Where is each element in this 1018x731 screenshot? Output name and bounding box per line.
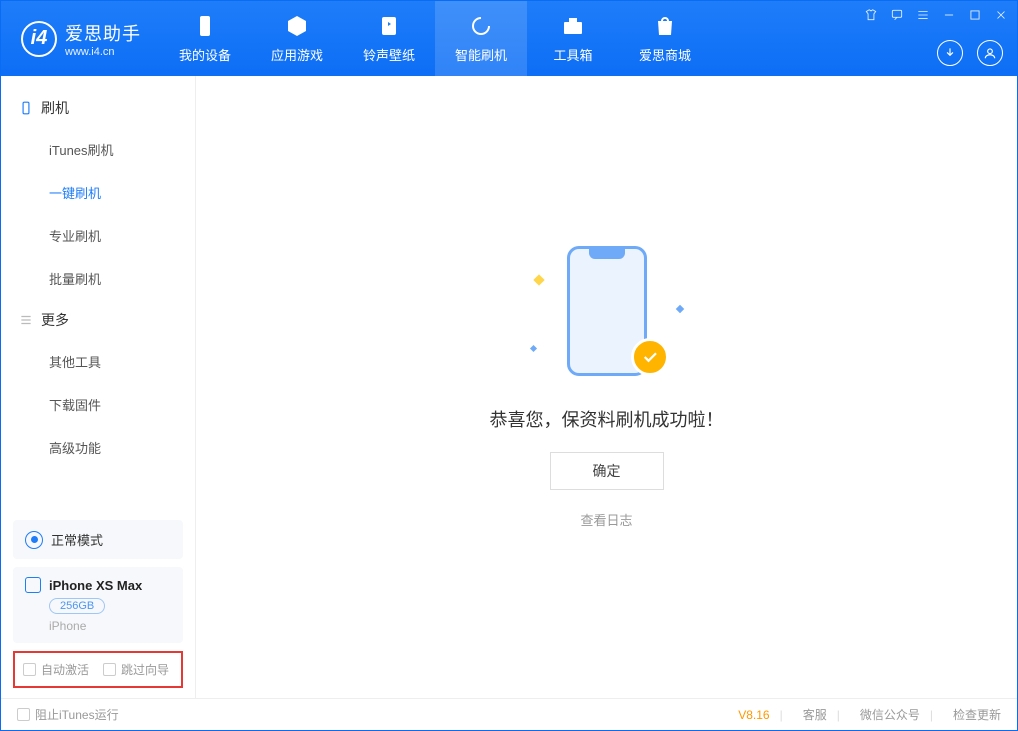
- view-log-link[interactable]: 查看日志: [580, 510, 632, 529]
- sidebar-item-download-fw[interactable]: 下载固件: [1, 383, 195, 426]
- logo-block: i4 爱思助手 www.i4.cn: [1, 1, 159, 76]
- refresh-icon: [468, 13, 494, 39]
- nav-ringtone[interactable]: 铃声壁纸: [343, 1, 435, 76]
- user-button[interactable]: [977, 40, 1003, 66]
- group-label: 刷机: [41, 98, 69, 118]
- check-update-link[interactable]: 检查更新: [953, 706, 1001, 723]
- toolbox-icon: [560, 13, 586, 39]
- sidebar-group-flash: 刷机: [1, 88, 195, 128]
- nav-label: 我的设备: [179, 45, 231, 64]
- wechat-link[interactable]: 微信公众号: [860, 706, 920, 723]
- nav-store[interactable]: 爱思商城: [619, 1, 711, 76]
- sidebar-group-more: 更多: [1, 300, 195, 340]
- bag-icon: [652, 13, 678, 39]
- device-icon: [192, 13, 218, 39]
- nav-toolbox[interactable]: 工具箱: [527, 1, 619, 76]
- shirt-icon[interactable]: [861, 5, 881, 25]
- nav-flash[interactable]: 智能刷机: [435, 1, 527, 76]
- close-button[interactable]: [991, 5, 1011, 25]
- app-subtitle: www.i4.cn: [65, 46, 141, 58]
- sidebar-item-pro-flash[interactable]: 专业刷机: [1, 214, 195, 257]
- sidebar: 刷机 iTunes刷机 一键刷机 专业刷机 批量刷机 更多 其他工具 下载固件 …: [1, 76, 196, 698]
- options-highlight-box: 自动激活 跳过向导: [13, 651, 183, 688]
- checkbox-icon: [17, 708, 30, 721]
- nav-my-device[interactable]: 我的设备: [159, 1, 251, 76]
- nav-label: 铃声壁纸: [363, 45, 415, 64]
- mode-card[interactable]: 正常模式: [13, 520, 183, 559]
- support-link[interactable]: 客服: [803, 706, 827, 723]
- header: i4 爱思助手 www.i4.cn 我的设备 应用游戏 铃声壁纸 智能刷机: [1, 1, 1017, 76]
- download-button[interactable]: [937, 40, 963, 66]
- checkbox-skip-guide[interactable]: 跳过向导: [103, 661, 169, 678]
- checkbox-label: 跳过向导: [121, 661, 169, 678]
- device-card[interactable]: iPhone XS Max 256GB iPhone: [13, 567, 183, 643]
- maximize-button[interactable]: [965, 5, 985, 25]
- app-window: i4 爱思助手 www.i4.cn 我的设备 应用游戏 铃声壁纸 智能刷机: [0, 0, 1018, 731]
- app-title: 爱思助手: [65, 20, 141, 46]
- main-content: 恭喜您，保资料刷机成功啦！ 确定 查看日志: [196, 76, 1017, 698]
- checkbox-label: 自动激活: [41, 661, 89, 678]
- nav-label: 应用游戏: [271, 45, 323, 64]
- nav-apps[interactable]: 应用游戏: [251, 1, 343, 76]
- success-message: 恭喜您，保资料刷机成功啦！: [490, 406, 724, 432]
- menu-icon[interactable]: [913, 5, 933, 25]
- header-right: [937, 40, 1003, 66]
- nav-label: 工具箱: [553, 45, 592, 64]
- checkbox-block-itunes[interactable]: 阻止iTunes运行: [17, 706, 119, 723]
- version-label: V8.16: [738, 708, 769, 722]
- nav-label: 智能刷机: [455, 45, 507, 64]
- top-nav: 我的设备 应用游戏 铃声壁纸 智能刷机 工具箱 爱思商城: [159, 1, 711, 76]
- body: 刷机 iTunes刷机 一键刷机 专业刷机 批量刷机 更多 其他工具 下载固件 …: [1, 76, 1017, 698]
- phone-icon: [19, 101, 33, 115]
- cube-icon: [284, 13, 310, 39]
- music-icon: [376, 13, 402, 39]
- device-name: iPhone XS Max: [49, 578, 142, 593]
- device-small-icon: [25, 577, 41, 593]
- list-icon: [19, 313, 33, 327]
- checkbox-auto-activate[interactable]: 自动激活: [23, 661, 89, 678]
- footer: 阻止iTunes运行 V8.16 | 客服 | 微信公众号 | 检查更新: [1, 698, 1017, 730]
- device-type: iPhone: [49, 619, 171, 633]
- checkbox-icon: [23, 663, 36, 676]
- sidebar-item-itunes-flash[interactable]: iTunes刷机: [1, 128, 195, 171]
- group-label: 更多: [41, 310, 69, 330]
- sidebar-item-one-click[interactable]: 一键刷机: [1, 171, 195, 214]
- sidebar-item-batch-flash[interactable]: 批量刷机: [1, 257, 195, 300]
- success-illustration: [527, 246, 687, 386]
- window-controls: [861, 5, 1011, 25]
- mode-label: 正常模式: [51, 530, 103, 549]
- mode-icon: [25, 531, 43, 549]
- feedback-icon[interactable]: [887, 5, 907, 25]
- check-badge-icon: [631, 338, 669, 376]
- logo-icon: i4: [21, 21, 57, 57]
- sidebar-item-advanced[interactable]: 高级功能: [1, 426, 195, 469]
- minimize-button[interactable]: [939, 5, 959, 25]
- checkbox-label: 阻止iTunes运行: [35, 706, 119, 723]
- sidebar-item-other-tools[interactable]: 其他工具: [1, 340, 195, 383]
- ok-button[interactable]: 确定: [550, 452, 664, 490]
- device-capacity: 256GB: [49, 598, 105, 614]
- checkbox-icon: [103, 663, 116, 676]
- nav-label: 爱思商城: [639, 45, 691, 64]
